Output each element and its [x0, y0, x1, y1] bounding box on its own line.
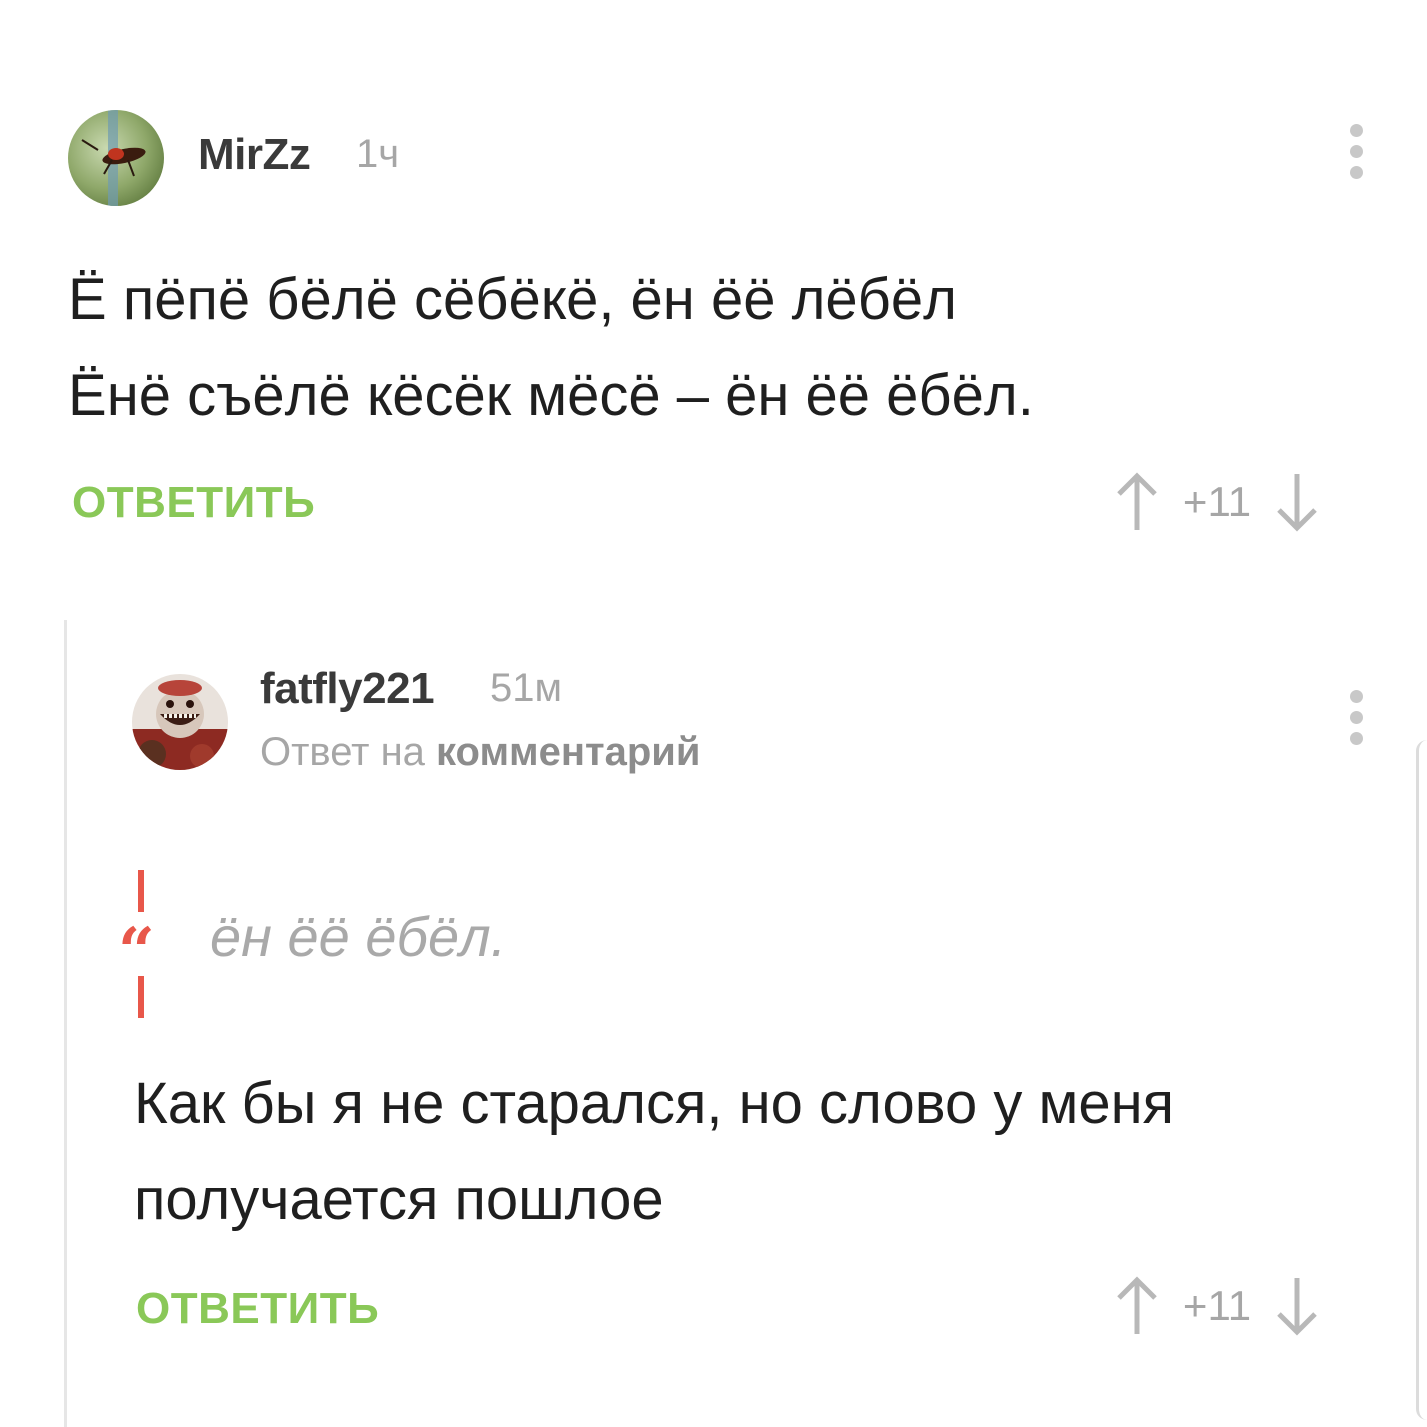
arrow-up-icon[interactable] [1113, 1274, 1161, 1338]
more-vertical-icon-dot [1349, 166, 1363, 179]
screen-edge [1416, 740, 1427, 1420]
reply-button[interactable]: ОТВЕТИТЬ [136, 1284, 379, 1334]
comment-text-line: Ёнё съёлё кёсёк мёсё – ён ёё ёбёл. [68, 363, 1034, 428]
reply-to-line: Ответ на комментарий [260, 730, 700, 775]
more-vertical-icon-dot [1349, 711, 1363, 724]
avatar-mirzz[interactable] [68, 110, 164, 206]
quote-bar-top [138, 870, 144, 912]
more-vertical-icon [1349, 690, 1363, 703]
more-vertical-icon-dot [1349, 145, 1363, 158]
reply-to-link[interactable]: комментарий [436, 730, 700, 774]
avatar-fatfly221-image [132, 674, 228, 770]
reply-to-prefix: Ответ на [260, 730, 425, 774]
comment-menu-button[interactable] [1341, 124, 1371, 179]
comment-text-line: Как бы я не старался, но слово у меня [134, 1071, 1175, 1136]
vote-controls: +11 [1113, 470, 1321, 534]
comment-rating: +11 [1182, 1282, 1252, 1329]
avatar-fatfly221[interactable] [132, 674, 228, 770]
comment-time: 1ч [356, 132, 400, 176]
comment-rating: +11 [1182, 478, 1252, 525]
vote-controls: +11 [1113, 1274, 1321, 1338]
arrow-down-icon[interactable] [1273, 1274, 1321, 1338]
quote-icon: “ [118, 914, 155, 989]
comment-text-line: получается пошлое [134, 1167, 664, 1232]
more-vertical-icon [1349, 124, 1363, 137]
comment-menu-button[interactable] [1341, 690, 1371, 745]
comment-time: 51м [490, 666, 562, 710]
arrow-up-icon[interactable] [1113, 470, 1161, 534]
avatar-mirzz-image [68, 110, 164, 206]
more-vertical-icon-dot [1349, 732, 1363, 745]
comment-author[interactable]: fatfly221 [260, 664, 435, 714]
comment-author[interactable]: MirZz [198, 130, 311, 180]
thread-line [64, 620, 67, 1427]
comment-text-line: Ё пёпё бёлё сёбёкё, ён ёё лёбёл [68, 267, 958, 332]
quote-bar-bottom [138, 976, 144, 1018]
arrow-down-icon[interactable] [1273, 470, 1321, 534]
reply-button[interactable]: ОТВЕТИТЬ [72, 478, 315, 528]
quoted-text: ён ёё ёбёл. [210, 905, 507, 968]
